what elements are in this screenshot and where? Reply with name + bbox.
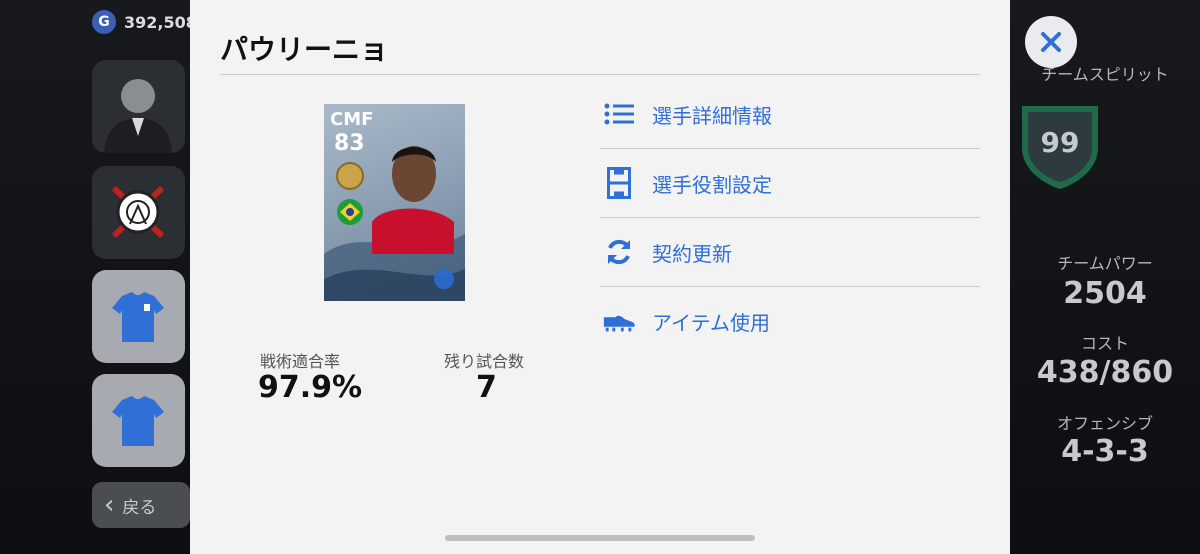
menu-item-use-item[interactable]: アイテム使用 — [600, 287, 980, 356]
menu-item-player-role[interactable]: 選手役割設定 — [600, 149, 980, 218]
team-power-label: チームパワー — [1057, 254, 1153, 273]
team-spirit-label: チームスピリット — [1041, 65, 1169, 84]
back-button-label: 戻る — [122, 497, 157, 518]
shirt-icon — [112, 396, 164, 446]
shirt-icon — [112, 292, 164, 342]
team-spirit-value: 99 — [1040, 126, 1080, 159]
card-rating: 83 — [334, 131, 365, 156]
away-kit-tile[interactable] — [92, 374, 185, 467]
menu-label-player-details: 選手詳細情報 — [652, 103, 772, 128]
player-card[interactable]: CMF 83 — [324, 104, 465, 301]
menu-item-contract-renewal[interactable]: 契約更新 — [600, 218, 980, 287]
refresh-icon — [602, 235, 636, 269]
menu-label-use-item: アイテム使用 — [652, 311, 770, 335]
list-icon — [602, 97, 636, 131]
player-name-title: パウリーニョ — [220, 33, 389, 66]
home-kit-tile[interactable] — [92, 270, 185, 363]
manager-avatar-icon — [92, 60, 185, 153]
formation-value: 4-3-3 — [1061, 434, 1149, 469]
pitch-icon — [602, 166, 636, 200]
player-action-modal: パウリーニョ CMF 83 戦術適合率 97.9% 残り試合数 7 選手詳細情報… — [190, 0, 1010, 554]
title-divider — [220, 74, 980, 75]
remaining-matches-value: 7 — [476, 370, 497, 405]
team-power-value: 2504 — [1063, 276, 1147, 311]
tactical-fit-value: 97.9% — [258, 370, 363, 405]
formation-label: オフェンシブ — [1056, 414, 1153, 433]
card-position: CMF — [330, 109, 374, 130]
currency-amount: 392,508 — [124, 12, 197, 32]
club-emblem-icon — [92, 166, 185, 259]
cost-label: コスト — [1080, 334, 1129, 353]
menu-label-contract-renewal: 契約更新 — [652, 241, 732, 266]
remaining-matches-label: 残り試合数 — [444, 352, 525, 371]
tactical-fit-label: 戦術適合率 — [260, 352, 341, 371]
club-emblem-tile[interactable] — [92, 166, 185, 259]
gp-coin-icon: G — [92, 10, 116, 34]
currency-display: G 392,508 — [92, 10, 197, 34]
player-action-menu: 選手詳細情報 選手役割設定 契約更新 アイテム使用 — [600, 80, 980, 356]
cost-value: 438/860 — [1036, 355, 1174, 390]
menu-item-player-details[interactable]: 選手詳細情報 — [600, 80, 980, 149]
boot-icon — [602, 305, 636, 339]
chevron-left-icon: ‹ — [104, 490, 115, 520]
home-indicator-bar[interactable] — [445, 535, 755, 541]
manager-tile[interactable] — [92, 60, 185, 153]
close-icon — [1041, 32, 1061, 52]
back-button[interactable]: ‹ 戻る — [92, 482, 190, 528]
menu-label-player-role: 選手役割設定 — [652, 172, 772, 197]
